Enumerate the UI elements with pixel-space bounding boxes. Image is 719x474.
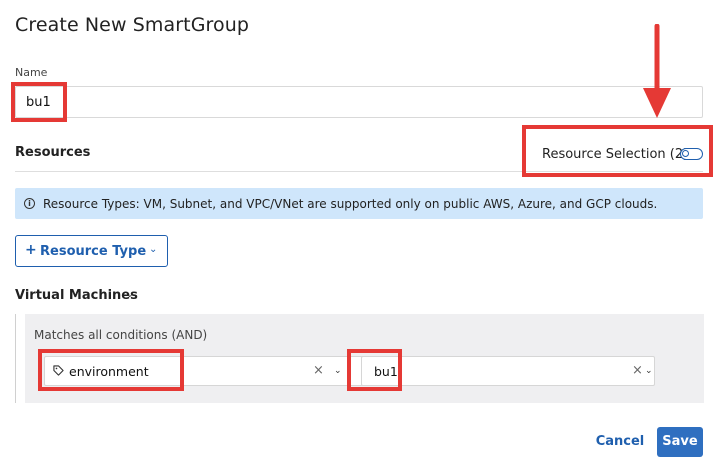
add-resource-type-button[interactable]: + Resource Type ⌄ [15, 235, 168, 267]
conditions-label: Matches all conditions (AND) [34, 328, 208, 342]
condition-key-select[interactable]: environment × ⌄ [44, 356, 367, 386]
cancel-button[interactable]: Cancel [590, 427, 650, 457]
condition-key-value: environment [69, 364, 149, 379]
dialog-title: Create New SmartGroup [15, 14, 250, 36]
condition-value-select[interactable]: bu1 × ⌄ [361, 356, 655, 386]
name-input-value: bu1 [26, 95, 51, 110]
annotation-arrow-icon [643, 24, 671, 118]
condition-value-value: bu1 [374, 364, 398, 379]
conditions-group: Matches all conditions (AND) environment… [15, 314, 704, 403]
clear-icon[interactable]: × [632, 363, 643, 378]
chevron-down-icon[interactable]: ⌄ [645, 366, 653, 376]
plus-icon: + [25, 242, 37, 258]
toggle-knob [682, 150, 689, 157]
save-button[interactable]: Save [657, 427, 703, 457]
chevron-down-icon[interactable]: ⌄ [126, 290, 134, 300]
info-banner: i Resource Types: VM, Subnet, and VPC/VN… [15, 188, 703, 219]
name-input[interactable]: bu1 [15, 86, 703, 118]
info-icon: i [24, 198, 35, 209]
resource-type-label: Resource Type [40, 244, 147, 259]
resource-selection-label: Resource Selection (2) [542, 147, 689, 162]
conditions-panel: Matches all conditions (AND) environment… [25, 314, 704, 403]
tag-icon [53, 365, 64, 376]
resources-title: Resources [15, 145, 91, 160]
name-label: Name [15, 66, 48, 79]
resources-section-header: Resources Resource Selection (2) [15, 142, 703, 172]
chevron-down-icon: ⌄ [149, 244, 158, 255]
info-banner-text: Resource Types: VM, Subnet, and VPC/VNet… [43, 197, 658, 211]
chevron-down-icon[interactable]: ⌄ [334, 366, 342, 376]
virtual-machines-header[interactable]: Virtual Machines [15, 288, 138, 303]
clear-icon[interactable]: × [313, 363, 324, 378]
resource-selection-toggle[interactable] [680, 148, 703, 160]
